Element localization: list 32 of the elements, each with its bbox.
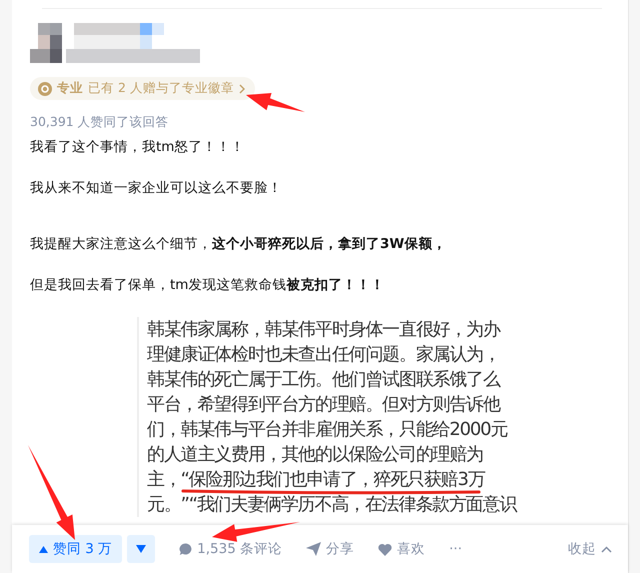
triangle-up-icon bbox=[39, 546, 48, 552]
share-link[interactable]: 分享 bbox=[306, 540, 354, 558]
chevron-right-icon bbox=[238, 84, 245, 94]
like-link[interactable]: 喜欢 bbox=[378, 540, 426, 558]
quote-line: 主，“保险那边我们也申请了，猝死只获赔3万 bbox=[147, 468, 486, 492]
badge-text: 已有 2 人赠与了专业徽章 bbox=[88, 80, 234, 97]
quote-line: 理健康证体检时也未查出任何问题。家属认为， bbox=[147, 343, 501, 367]
downvote-button[interactable] bbox=[127, 535, 156, 563]
annotation-arrow bbox=[246, 93, 305, 112]
badge-label: 专业 bbox=[57, 80, 83, 97]
heart-icon bbox=[378, 542, 392, 556]
quote-line: 平台，希望得到平台方的理赔。但对方则告诉他 bbox=[147, 393, 502, 417]
more-button[interactable]: ··· bbox=[449, 541, 462, 557]
quote-line: 韩某伟的死亡属于工伤。他们曾试图联系饿了么 bbox=[147, 368, 502, 392]
paper-plane-icon bbox=[306, 542, 322, 556]
triangle-down-icon bbox=[136, 545, 146, 553]
badge-pill[interactable]: 专业 已有 2 人赠与了专业徽章 bbox=[30, 77, 255, 100]
upvote-button[interactable]: 赞同 3 万 bbox=[29, 535, 122, 563]
quote-line: 的人道主义费用，其他的以保险公司的理赔为 bbox=[147, 443, 484, 467]
quote-line: 们，韩某伟与平台并非雇佣关系，只能给2000元 bbox=[147, 418, 508, 442]
upvote-summary: 30,391 人赞同了该回答 bbox=[30, 114, 170, 131]
speech-bubble-icon bbox=[179, 542, 192, 556]
paragraph: 但是我回去看了保单，tm发现这笔救命钱被克扣了！！！ bbox=[30, 276, 386, 295]
paragraph: 我从来不知道一家企业可以这么不要脸！ bbox=[30, 179, 283, 198]
comments-link[interactable]: 1,535 条评论 bbox=[179, 540, 282, 558]
badge-icon bbox=[38, 82, 52, 96]
paragraph: 我看了这个事情，我tm怒了！！！ bbox=[30, 138, 246, 157]
chevron-up-icon bbox=[601, 546, 612, 552]
collapse-link[interactable]: 收起 bbox=[568, 540, 612, 558]
quote-line: 元。”“我们夫妻俩学历不高，在法律条款方面意识 bbox=[147, 493, 518, 517]
quote-line: 韩某伟家属称，韩某伟平时身体一直很好，为办 bbox=[147, 318, 502, 342]
paragraph: 我提醒大家注意这么个细节，这个小哥猝死以后，拿到了3W保额， bbox=[30, 235, 448, 254]
